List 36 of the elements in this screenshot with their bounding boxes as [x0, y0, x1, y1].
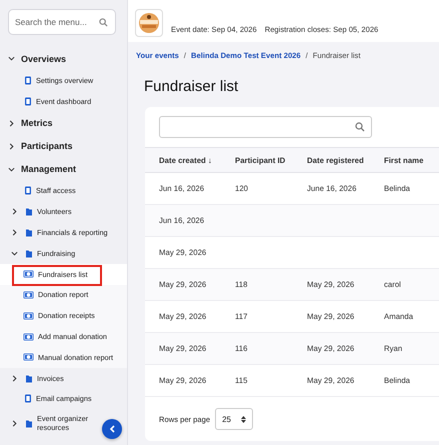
chevron-icon [11, 420, 18, 427]
collapse-sidebar-button[interactable] [102, 419, 122, 439]
chevron-left-icon [108, 425, 116, 433]
chevron-icon [8, 120, 15, 127]
page-icon [24, 186, 32, 196]
search-icon [355, 122, 365, 132]
page-icon [24, 76, 32, 85]
chevron-icon [11, 208, 18, 216]
table-search-field[interactable] [159, 116, 372, 138]
rows-per-page-select[interactable]: 25 [215, 408, 254, 430]
folder-icon [25, 374, 33, 383]
chevron-icon [8, 166, 15, 173]
chevron-icon [11, 250, 18, 257]
folder-icon [25, 228, 33, 238]
chevron-icon [8, 142, 15, 150]
menu-section[interactable]: Metrics [0, 112, 127, 135]
search-icon [99, 18, 108, 27]
banknote-icon [23, 290, 34, 299]
folder-icon [25, 248, 33, 258]
page-icon [24, 96, 32, 106]
banknote-icon [23, 332, 34, 341]
chevron-icon [11, 229, 18, 236]
page-title: Fundraiser list [144, 78, 240, 95]
sort-icon [241, 416, 246, 422]
menu-section[interactable]: Participants [0, 134, 127, 158]
chevron-icon [11, 374, 18, 382]
menu-section[interactable]: Management [0, 158, 127, 181]
menu-search-field[interactable]: Search the menu... [8, 9, 116, 35]
folder-icon [25, 207, 33, 216]
banknote-icon [23, 312, 34, 320]
menu-section[interactable]: Overviews [0, 47, 127, 70]
page-icon [24, 394, 32, 404]
banknote-icon [23, 270, 34, 278]
banknote-icon [23, 353, 34, 362]
chevron-icon [8, 55, 15, 62]
folder-icon [25, 418, 33, 428]
